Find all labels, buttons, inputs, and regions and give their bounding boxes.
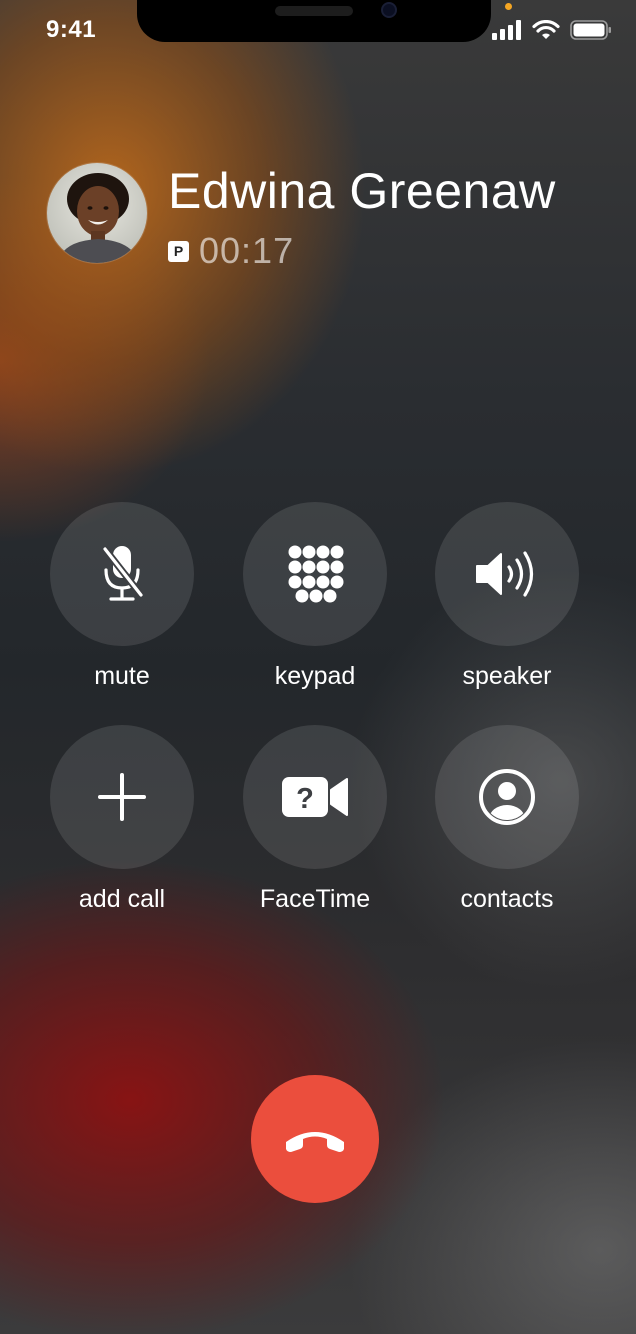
caller-badge: P xyxy=(168,240,189,262)
caller-info: Edwina Greenaw P 00:17 xyxy=(46,160,606,272)
contact-icon xyxy=(479,769,535,825)
mute-label: mute xyxy=(94,662,150,690)
speaker-button[interactable] xyxy=(435,502,579,646)
front-camera xyxy=(381,2,397,18)
svg-text:?: ? xyxy=(296,783,314,815)
keypad-button[interactable] xyxy=(243,502,387,646)
keypad-icon xyxy=(288,545,344,603)
plus-icon xyxy=(98,773,146,821)
caller-name: Edwina Greenaw xyxy=(168,163,556,219)
status-icons xyxy=(492,20,612,40)
cellular-signal-icon xyxy=(492,20,521,40)
keypad-label: keypad xyxy=(274,662,356,690)
status-bar: 9:41 xyxy=(0,0,636,60)
speaker-icon xyxy=(476,551,534,597)
speaker-label: speaker xyxy=(462,662,552,690)
mute-control[interactable]: mute xyxy=(50,502,194,691)
facetime-control[interactable]: ? FaceTime xyxy=(243,725,387,914)
mute-button[interactable] xyxy=(50,502,194,646)
call-info: P 00:17 xyxy=(168,230,294,272)
earpiece-slot xyxy=(275,6,353,16)
notch xyxy=(137,0,491,42)
contacts-label: contacts xyxy=(460,885,554,913)
battery-icon xyxy=(570,20,611,40)
add-call-control[interactable]: add call xyxy=(50,725,194,914)
mic-slash-icon xyxy=(102,546,144,601)
phone-down-icon xyxy=(286,1132,344,1152)
end-call-button[interactable] xyxy=(251,1075,379,1203)
call-duration: 00:17 xyxy=(199,230,295,271)
facetime-label: FaceTime xyxy=(259,885,371,913)
status-time: 9:41 xyxy=(46,16,97,43)
contacts-button[interactable] xyxy=(435,725,579,869)
add-call-button[interactable] xyxy=(50,725,194,869)
facetime-button[interactable]: ? xyxy=(243,725,387,869)
speaker-control[interactable]: speaker xyxy=(435,502,579,691)
add-call-label: add call xyxy=(78,885,166,913)
contacts-control[interactable]: contacts xyxy=(435,725,579,914)
wifi-icon xyxy=(532,20,560,39)
avatar xyxy=(46,162,148,264)
keypad-control[interactable]: keypad xyxy=(243,502,387,691)
microphone-in-use-indicator xyxy=(505,3,512,10)
facetime-icon: ? xyxy=(282,777,348,817)
